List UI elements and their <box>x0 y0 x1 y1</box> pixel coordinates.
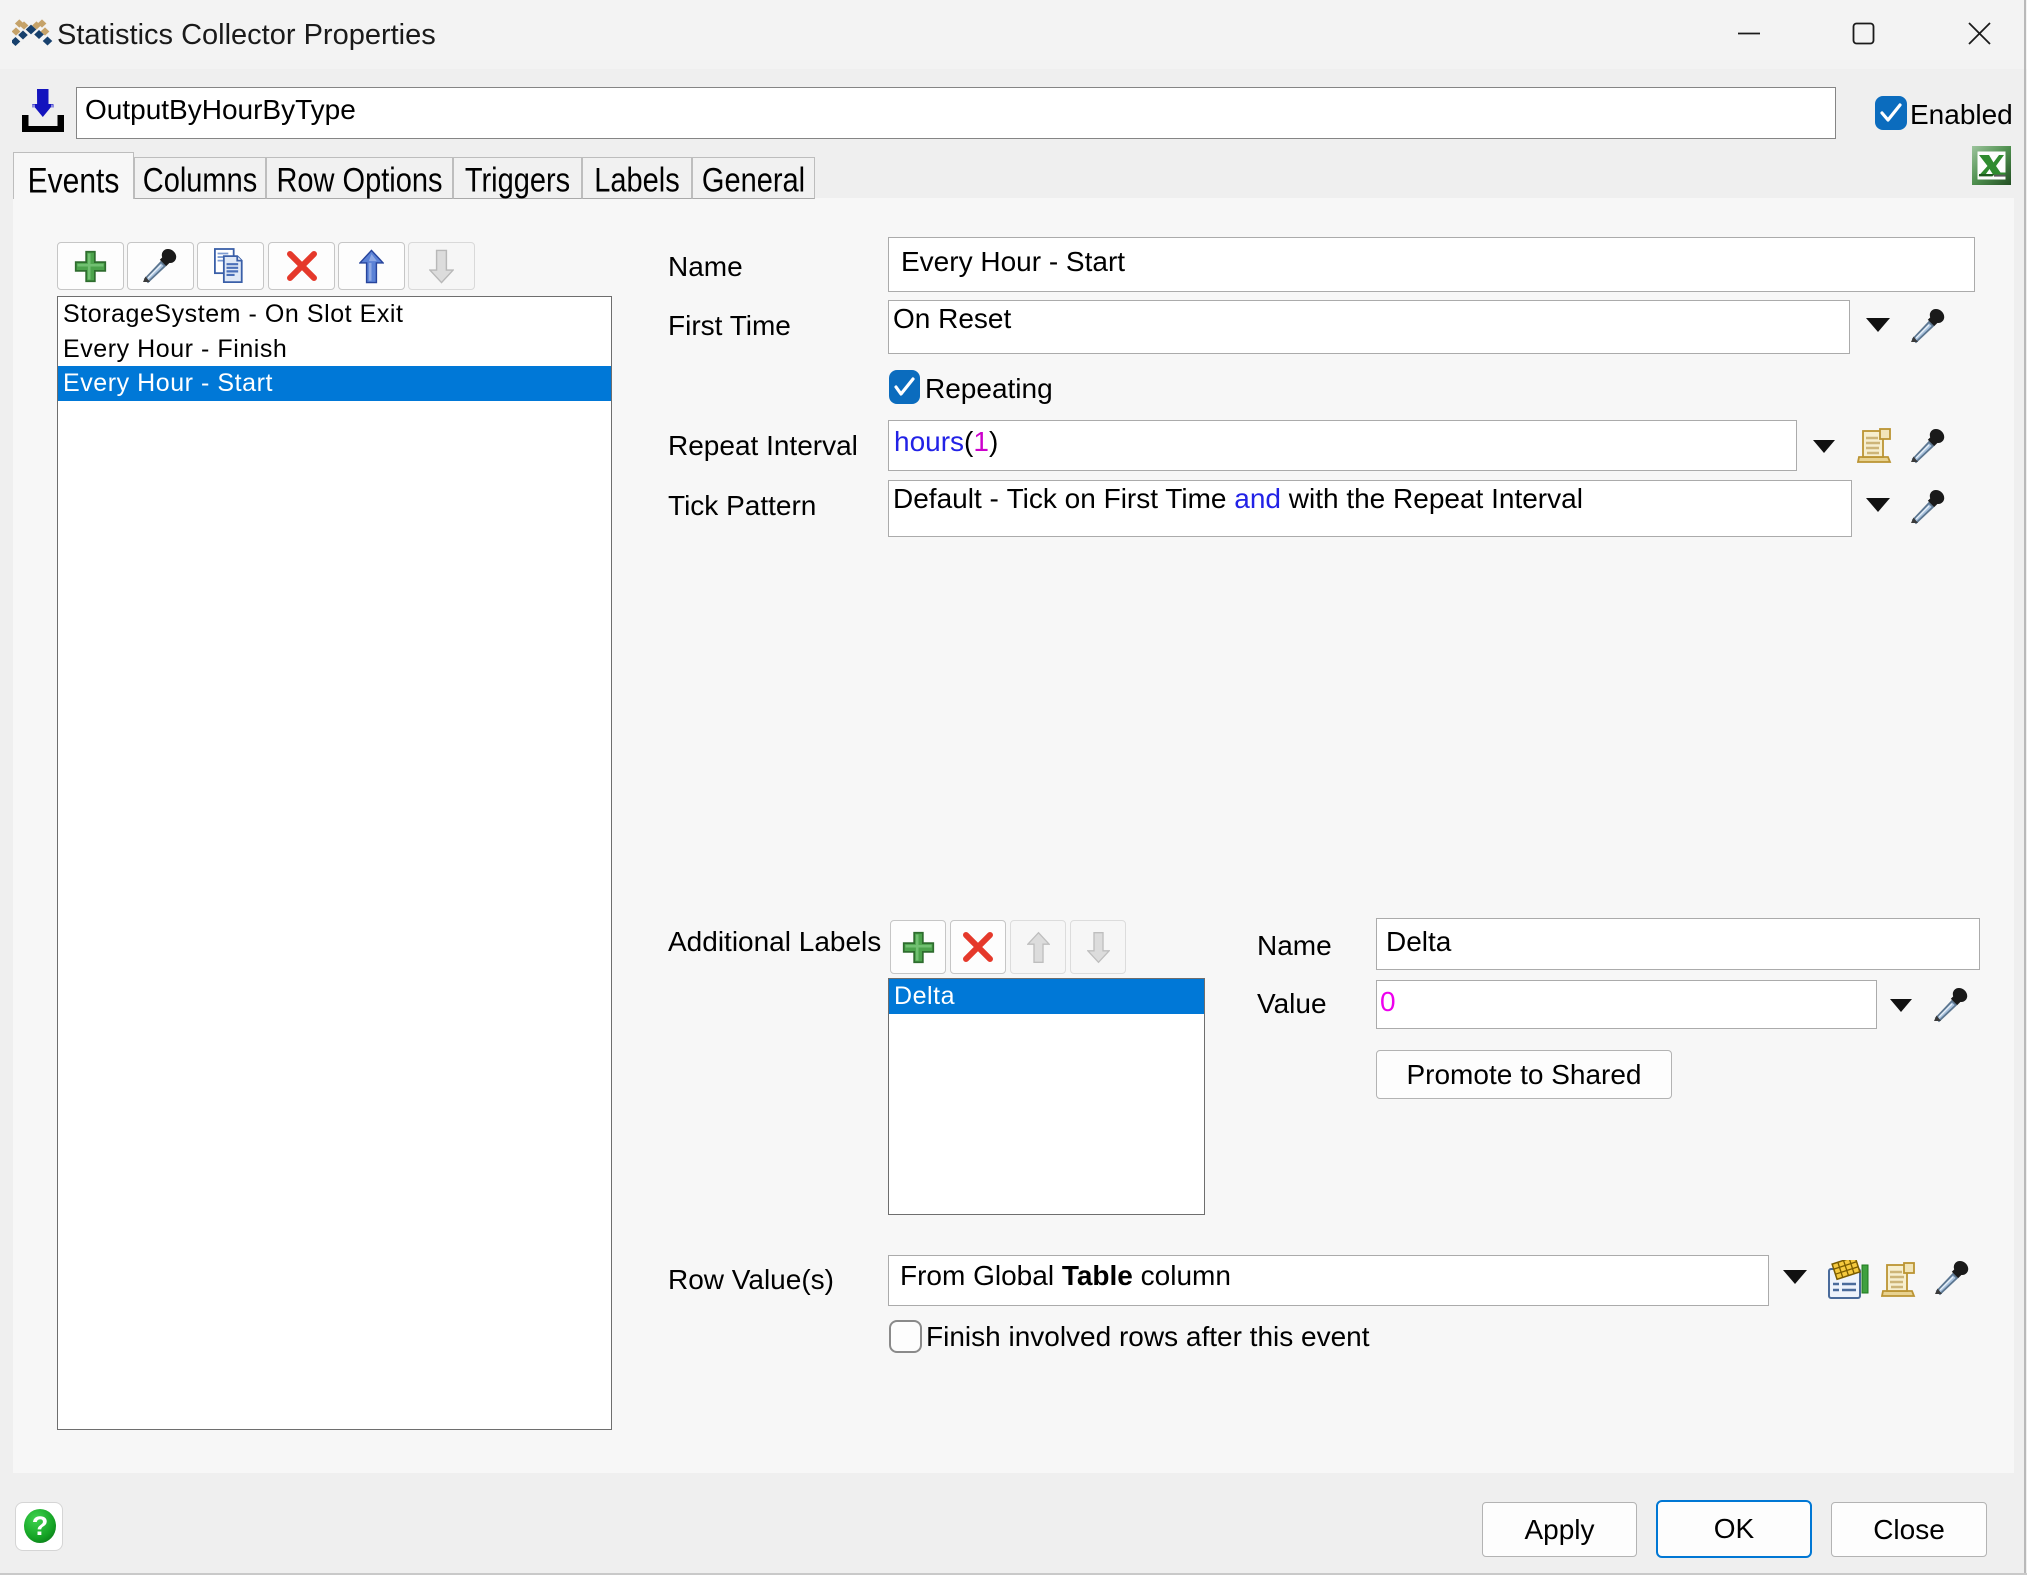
svg-text:?: ? <box>32 1511 49 1541</box>
